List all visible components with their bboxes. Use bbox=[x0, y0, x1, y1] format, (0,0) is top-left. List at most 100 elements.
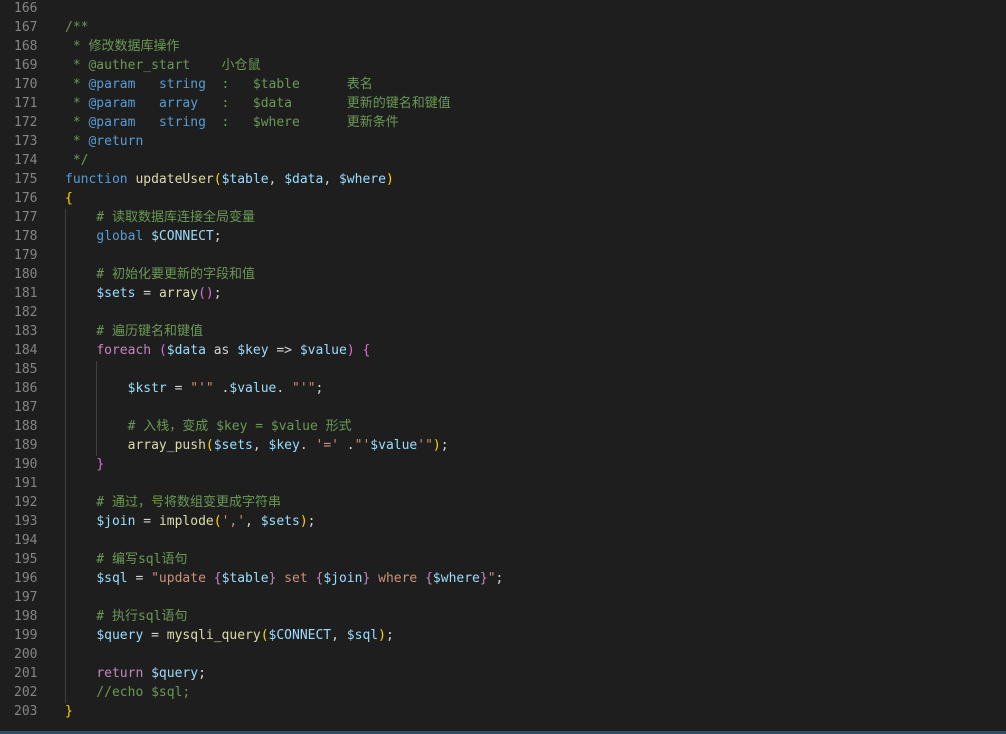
line-number: 191 bbox=[14, 476, 38, 491]
code-line[interactable]: 176 { bbox=[0, 189, 1006, 208]
code-line[interactable]: 179 bbox=[0, 246, 1006, 265]
code-token: $sql bbox=[346, 628, 379, 643]
code-line[interactable]: 184 foreach ($data as $key => $value) { bbox=[0, 341, 1006, 360]
code-token: return bbox=[96, 666, 144, 681]
code-token: * 修改数据库操作 bbox=[65, 39, 180, 54]
code-line[interactable]: 197 bbox=[0, 588, 1006, 607]
code-token: $where bbox=[338, 172, 386, 187]
code-line[interactable]: 169 * @auther_start 小仓鼠 bbox=[0, 56, 1006, 75]
code-token: * bbox=[65, 115, 89, 130]
code-token: '=' bbox=[315, 438, 339, 453]
code-line[interactable]: 198 # 执行sql语句 bbox=[0, 607, 1006, 626]
code-token: $value bbox=[229, 381, 277, 396]
code-text: $kstr = "'" .$value. "'"; bbox=[65, 379, 324, 398]
code-token: => bbox=[268, 343, 300, 358]
code-token: @param bbox=[88, 115, 136, 130]
code-token: 更新条件 bbox=[299, 115, 399, 130]
code-line[interactable]: 171 * @param array : $data 更新的键名和键值 bbox=[0, 94, 1006, 113]
line-number: 166 bbox=[14, 1, 38, 16]
code-token: # 执行sql语句 bbox=[65, 609, 188, 624]
code-line[interactable]: 194 bbox=[0, 531, 1006, 550]
code-line[interactable]: 188 # 入栈，变成 $key = $value 形式 bbox=[0, 417, 1006, 436]
code-line[interactable]: 195 # 编写sql语句 bbox=[0, 550, 1006, 569]
code-line[interactable]: 168 * 修改数据库操作 bbox=[0, 37, 1006, 56]
code-token: ) bbox=[346, 343, 355, 358]
code-token: $query bbox=[96, 628, 144, 643]
code-token: $where bbox=[252, 115, 300, 130]
line-number: 194 bbox=[14, 533, 38, 548]
code-text: * @param array : $data 更新的键名和键值 bbox=[65, 94, 451, 113]
code-line[interactable]: 183 # 遍历键名和键值 bbox=[0, 322, 1006, 341]
code-token: ( bbox=[213, 514, 222, 529]
code-text: # 入栈，变成 $key = $value 形式 bbox=[65, 417, 352, 436]
code-line[interactable]: 172 * @param string : $where 更新条件 bbox=[0, 113, 1006, 132]
code-token: @param bbox=[88, 77, 136, 92]
code-text: * @param string : $where 更新条件 bbox=[65, 113, 399, 132]
code-token: $key bbox=[237, 343, 269, 358]
code-line[interactable]: 182 bbox=[0, 303, 1006, 322]
code-text: # 遍历键名和键值 bbox=[65, 322, 203, 341]
line-number: 170 bbox=[14, 77, 38, 92]
code-line[interactable]: 192 # 通过，号将数组变更成字符串 bbox=[0, 493, 1006, 512]
code-editor[interactable]: 166 167/** 168 * 修改数据库操作 169 * @auther_star… bbox=[0, 0, 1006, 731]
code-line[interactable]: 173 * @return bbox=[0, 132, 1006, 151]
code-text: # 通过，号将数组变更成字符串 bbox=[65, 493, 281, 512]
code-token: /** bbox=[65, 20, 89, 35]
code-token: updateUser bbox=[135, 172, 214, 187]
line-number: 184 bbox=[14, 343, 38, 358]
code-token: { bbox=[213, 571, 222, 586]
code-line[interactable]: 177 # 读取数据库连接全局变量 bbox=[0, 208, 1006, 227]
code-line[interactable]: 170 * @param string : $table 表名 bbox=[0, 75, 1006, 94]
line-number: 185 bbox=[14, 362, 38, 377]
code-line[interactable]: 203} bbox=[0, 702, 1006, 721]
code-line[interactable]: 186 $kstr = "'" .$value. "'"; bbox=[0, 379, 1006, 398]
code-token: # 遍历键名和键值 bbox=[65, 324, 203, 339]
code-token: : bbox=[198, 96, 253, 111]
line-number: 199 bbox=[14, 628, 38, 643]
code-line[interactable]: 193 $join = implode(',', $sets); bbox=[0, 512, 1006, 531]
code-text: $query = mysqli_query($CONNECT, $sql); bbox=[65, 626, 393, 645]
code-token: $CONNECT bbox=[268, 628, 332, 643]
code-line[interactable]: 201 return $query; bbox=[0, 664, 1006, 683]
code-line[interactable]: 167 /** bbox=[0, 18, 1006, 37]
code-line[interactable]: 191 bbox=[0, 474, 1006, 493]
code-token: . bbox=[276, 381, 293, 396]
code-text: * @return bbox=[65, 132, 143, 151]
code-line[interactable]: 187 bbox=[0, 398, 1006, 417]
line-number: 188 bbox=[14, 419, 38, 434]
line-number: 168 bbox=[14, 39, 38, 54]
code-token: : bbox=[205, 77, 253, 92]
code-line[interactable]: 190 } bbox=[0, 455, 1006, 474]
code-line[interactable]: 175 function updateUser($table, $data, $w… bbox=[0, 170, 1006, 189]
code-token: . bbox=[338, 438, 355, 453]
code-line[interactable]: 174 */ bbox=[0, 151, 1006, 170]
code-token: . bbox=[213, 381, 230, 396]
line-number: 187 bbox=[14, 400, 38, 415]
code-line[interactable]: 189 array_push($sets, $key. '=' ."'$valu… bbox=[0, 436, 1006, 455]
code-line[interactable]: 196 $sql = "update {$table} set {$join} … bbox=[0, 569, 1006, 588]
code-line[interactable]: 178 global $CONNECT; bbox=[0, 227, 1006, 246]
code-token: ( bbox=[260, 628, 269, 643]
code-text: $join = implode(',', $sets); bbox=[65, 512, 315, 531]
code-line[interactable]: 199 $query = mysqli_query($CONNECT, $sql… bbox=[0, 626, 1006, 645]
code-token: { bbox=[65, 191, 73, 206]
code-line[interactable]: 166 bbox=[0, 0, 1006, 18]
code-line[interactable]: 202 //echo $sql; bbox=[0, 683, 1006, 702]
code-token: { bbox=[362, 343, 371, 358]
code-token: $kstr bbox=[127, 381, 167, 396]
line-number: 198 bbox=[14, 609, 38, 624]
code-line[interactable]: 181 $sets = array(); bbox=[0, 284, 1006, 303]
code-text: //echo $sql; bbox=[65, 683, 190, 702]
code-line[interactable]: 180 # 初始化要更新的字段和值 bbox=[0, 265, 1006, 284]
code-line[interactable]: 200 bbox=[0, 645, 1006, 664]
code-line[interactable]: 185 bbox=[0, 360, 1006, 379]
code-text: */ bbox=[65, 151, 89, 170]
code-token: * bbox=[65, 134, 89, 149]
